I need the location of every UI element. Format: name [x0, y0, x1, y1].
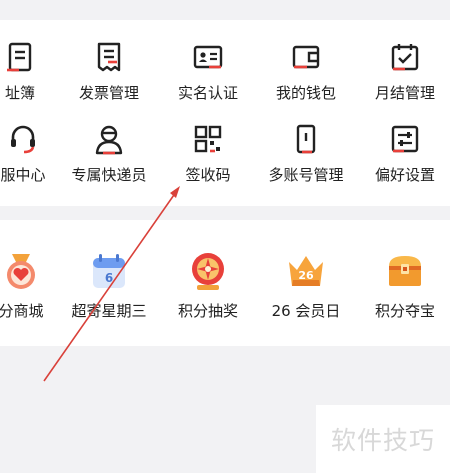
calendar-check-icon [391, 44, 419, 71]
headset-icon [11, 125, 35, 154]
heart-medal-icon [7, 254, 35, 289]
lucky-wheel-icon [192, 253, 224, 290]
top-strip [0, 0, 450, 20]
services-card: 址簿 发票管理 实名认证 我的钱包 月结管理 服中心 专属快递员 签收码 多账号… [0, 20, 450, 206]
watermark-box: 软件技巧 [316, 405, 450, 473]
watermark-text: 软件技巧 [330, 426, 435, 455]
service-service-center[interactable]: 服中心 [0, 122, 61, 184]
service-label: 我的钱包 [275, 84, 336, 102]
reward-member-day[interactable]: 26 26 会员日 [260, 250, 352, 320]
service-courier[interactable]: 专属快递员 [63, 122, 155, 184]
settings-sliders-icon [391, 125, 419, 153]
service-label: 多账号管理 [268, 166, 344, 184]
service-real-name[interactable]: 实名认证 [162, 40, 254, 102]
calendar-badge: 6 [105, 271, 113, 285]
treasure-chest-icon [389, 256, 421, 286]
reward-label: 26 会员日 [271, 302, 341, 320]
reward-lottery[interactable]: 积分抽奖 [162, 250, 254, 320]
service-label: 发票管理 [78, 84, 139, 102]
reward-super-wednesday[interactable]: 6 超寄星期三 [62, 250, 156, 320]
service-label: 偏好设置 [374, 166, 435, 184]
service-label: 服中心 [0, 166, 46, 184]
id-card-icon [193, 45, 223, 69]
wallet-icon [292, 45, 320, 69]
service-sign-code[interactable]: 签收码 [162, 122, 254, 184]
crown-26-icon: 26 [289, 256, 323, 286]
qr-code-icon [194, 125, 222, 153]
service-preferences[interactable]: 偏好设置 [359, 122, 450, 184]
invoice-icon [97, 42, 121, 72]
crown-badge: 26 [298, 269, 314, 282]
service-wallet[interactable]: 我的钱包 [260, 40, 352, 102]
service-label: 签收码 [185, 166, 231, 184]
reward-label: 分商城 [0, 302, 44, 320]
rewards-card: 分商城 6 超寄星期三 积分抽奖 26 26 会员日 积分夺宝 [0, 220, 450, 346]
calendar-6-icon: 6 [93, 254, 125, 288]
service-label: 址簿 [4, 84, 35, 102]
service-label: 实名认证 [177, 84, 238, 102]
service-invoice[interactable]: 发票管理 [63, 40, 155, 102]
service-multi-account[interactable]: 多账号管理 [255, 122, 357, 184]
reward-label: 积分夺宝 [374, 302, 435, 320]
reward-label: 积分抽奖 [177, 302, 238, 320]
reward-label: 超寄星期三 [71, 302, 147, 320]
service-label: 专属快递员 [71, 166, 147, 184]
phone-account-icon [296, 124, 316, 154]
service-address-book[interactable]: 址簿 [0, 40, 55, 102]
courier-icon [95, 125, 123, 155]
address-book-icon [7, 42, 32, 72]
service-label: 月结管理 [374, 84, 435, 102]
reward-treasure[interactable]: 积分夺宝 [359, 250, 450, 320]
service-monthly[interactable]: 月结管理 [359, 40, 450, 102]
reward-points-mall[interactable]: 分商城 [0, 250, 59, 320]
